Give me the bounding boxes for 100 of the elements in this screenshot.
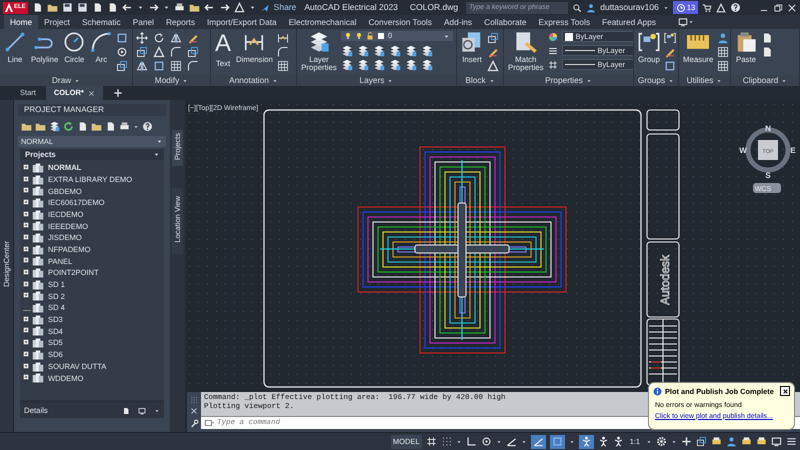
- caret-icon[interactable]: [646, 438, 652, 444]
- search-icon[interactable]: [572, 2, 582, 12]
- cart-icon[interactable]: [702, 2, 712, 12]
- compass-direction[interactable]: E: [790, 146, 796, 155]
- group-icon[interactable]: [664, 32, 676, 44]
- wrench-icon[interactable]: [190, 419, 198, 428]
- caret-icon[interactable]: [496, 438, 502, 444]
- triangle-icon[interactable]: [234, 2, 245, 13]
- square-icon[interactable]: [153, 60, 165, 72]
- toggle-button[interactable]: [530, 434, 546, 448]
- caret-icon[interactable]: [716, 78, 722, 84]
- triangle-icon[interactable]: [153, 46, 165, 58]
- ribbon-tab[interactable]: Project: [38, 15, 76, 29]
- grid-icon[interactable]: [426, 436, 437, 447]
- ribbon-tab[interactable]: Express Tools: [532, 15, 596, 29]
- document-icon[interactable]: [122, 406, 130, 414]
- document-icon[interactable]: [761, 46, 773, 58]
- angle-icon[interactable]: [506, 436, 517, 447]
- layers-icon[interactable]: [405, 59, 417, 71]
- table-icon[interactable]: [717, 60, 730, 72]
- settings-icon[interactable]: [656, 436, 667, 447]
- compass-direction[interactable]: S: [765, 171, 771, 180]
- compass-direction[interactable]: W: [739, 146, 747, 155]
- monitor-icon[interactable]: [138, 406, 146, 414]
- expand-icon[interactable]: [23, 187, 31, 196]
- caret-icon[interactable]: [662, 4, 669, 10]
- ribbon-tab[interactable]: Featured Apps: [596, 15, 662, 29]
- move-icon[interactable]: [136, 32, 148, 44]
- ribbon-tab[interactable]: Panel: [126, 15, 160, 29]
- redo-icon[interactable]: [218, 2, 230, 13]
- caret-icon[interactable]: [387, 78, 394, 84]
- refresh-icon[interactable]: [63, 121, 74, 132]
- table-icon[interactable]: [717, 46, 730, 58]
- save-icon[interactable]: [76, 2, 88, 13]
- caret-icon[interactable]: [668, 78, 674, 84]
- fillet-icon[interactable]: [170, 46, 182, 58]
- printer-icon[interactable]: [174, 2, 185, 13]
- table-icon[interactable]: [170, 60, 182, 72]
- new-tab-icon[interactable]: [112, 88, 123, 98]
- ribbon-tab[interactable]: Electromechanical: [282, 15, 362, 29]
- ribbon-tab[interactable]: Conversion Tools: [362, 15, 438, 29]
- mirror-icon[interactable]: [170, 32, 182, 44]
- folder-icon[interactable]: [35, 121, 46, 132]
- rectangles-icon[interactable]: [116, 60, 128, 72]
- monitor-icon[interactable]: [771, 436, 782, 447]
- caret-icon[interactable]: [162, 4, 170, 11]
- ortho-icon[interactable]: [466, 436, 477, 447]
- rectangles-icon[interactable]: [136, 46, 148, 58]
- menu-icon[interactable]: [548, 46, 558, 56]
- dots-icon[interactable]: [440, 436, 452, 447]
- redo-icon[interactable]: [148, 2, 159, 13]
- layers-icon[interactable]: [357, 45, 369, 57]
- document-icon[interactable]: [761, 32, 773, 44]
- rectangles-icon[interactable]: [187, 46, 199, 58]
- help-icon[interactable]: [730, 2, 742, 13]
- layers-icon[interactable]: [421, 59, 433, 71]
- caret-icon[interactable]: [781, 78, 788, 84]
- close-icon[interactable]: [88, 90, 95, 96]
- expand-icon[interactable]: [23, 280, 31, 289]
- user-icon[interactable]: [726, 436, 737, 447]
- dots-icon[interactable]: [190, 396, 198, 404]
- color-wheel-icon[interactable]: [548, 32, 558, 42]
- expand-icon[interactable]: [23, 292, 31, 300]
- folder-icon[interactable]: [21, 121, 32, 132]
- close-icon[interactable]: [787, 2, 797, 12]
- expand-icon[interactable]: [23, 210, 31, 219]
- caret-icon[interactable]: [74, 78, 80, 84]
- folder-icon[interactable]: [46, 2, 58, 13]
- help-icon[interactable]: [142, 121, 153, 132]
- caret-icon[interactable]: [520, 438, 527, 444]
- undo-icon[interactable]: [122, 2, 133, 13]
- dimension-icon[interactable]: [276, 32, 289, 44]
- caret-icon[interactable]: [568, 438, 575, 444]
- lightbulb-icon[interactable]: [355, 32, 363, 40]
- caret-icon[interactable]: [154, 408, 160, 414]
- folder-icon[interactable]: [188, 2, 200, 13]
- caret-icon[interactable]: [182, 78, 188, 84]
- fillet-icon[interactable]: [276, 46, 289, 58]
- mirror-icon[interactable]: [136, 60, 148, 72]
- layers-icon[interactable]: [49, 121, 60, 132]
- triangle-icon[interactable]: [716, 2, 726, 12]
- toggle-button[interactable]: [578, 434, 594, 448]
- expand-icon[interactable]: [23, 246, 31, 254]
- square-icon[interactable]: [664, 60, 676, 72]
- expand-icon[interactable]: [23, 269, 31, 278]
- pencil-icon[interactable]: [187, 32, 199, 44]
- expand-icon[interactable]: [23, 222, 31, 230]
- printer-icon[interactable]: [741, 436, 752, 447]
- command-icon[interactable]: [201, 417, 217, 429]
- caret-icon[interactable]: [272, 78, 278, 84]
- ucs-menu[interactable]: [753, 183, 781, 193]
- caret-icon[interactable]: [671, 438, 677, 444]
- caret-icon[interactable]: [586, 78, 592, 84]
- monitor-icon[interactable]: [678, 17, 688, 27]
- user-icon[interactable]: [717, 32, 730, 44]
- layers-icon[interactable]: [373, 59, 385, 71]
- target-icon[interactable]: [480, 436, 492, 447]
- restore-icon[interactable]: [773, 2, 783, 12]
- expand-icon[interactable]: [23, 350, 31, 359]
- close-button[interactable]: [780, 386, 790, 396]
